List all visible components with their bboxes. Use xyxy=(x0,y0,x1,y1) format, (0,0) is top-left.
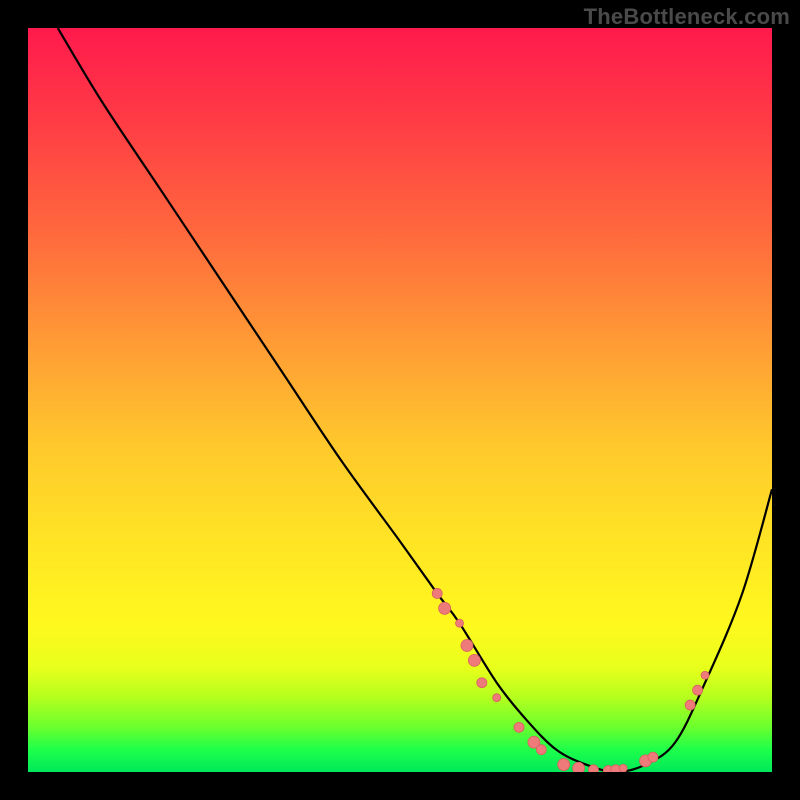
data-point xyxy=(536,745,546,755)
data-point xyxy=(573,762,585,772)
data-point xyxy=(477,678,487,688)
bottleneck-curve xyxy=(58,28,772,772)
plot-area xyxy=(28,28,772,772)
data-point xyxy=(468,654,480,666)
data-points xyxy=(432,588,709,772)
data-point xyxy=(619,764,627,772)
data-point xyxy=(493,694,501,702)
data-point xyxy=(461,640,473,652)
data-point xyxy=(648,752,658,762)
watermark-label: TheBottleneck.com xyxy=(584,4,790,30)
data-point xyxy=(685,700,695,710)
data-point xyxy=(701,671,709,679)
chart-frame: TheBottleneck.com xyxy=(0,0,800,800)
curve-svg xyxy=(28,28,772,772)
data-point xyxy=(693,685,703,695)
data-point xyxy=(432,588,442,598)
data-point xyxy=(514,722,524,732)
data-point xyxy=(456,619,464,627)
data-point xyxy=(558,759,570,771)
data-point xyxy=(588,765,598,772)
data-point xyxy=(439,602,451,614)
